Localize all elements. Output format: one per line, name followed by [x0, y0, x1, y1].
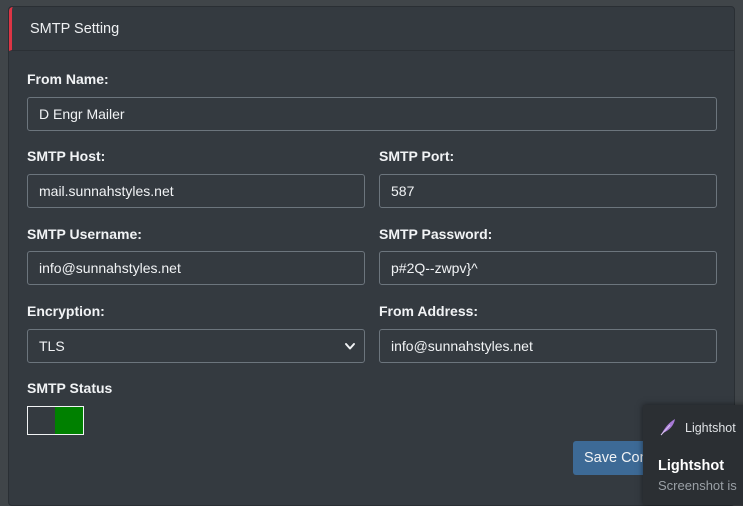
- from-name-value: D Engr Mailer: [39, 106, 125, 122]
- lightshot-title: Lightshot: [658, 458, 725, 474]
- from-name-input[interactable]: D Engr Mailer: [27, 97, 717, 131]
- smtp-password-value: p#2Q--zwpv}^: [391, 260, 478, 276]
- smtp-username-label: SMTP Username:: [27, 226, 142, 242]
- encryption-value: TLS: [39, 338, 65, 354]
- smtp-status-label: SMTP Status: [27, 380, 113, 396]
- lightshot-header: Lightshot: [643, 405, 743, 451]
- smtp-password-input[interactable]: p#2Q--zwpv}^: [379, 251, 717, 285]
- from-address-label: From Address:: [379, 303, 479, 319]
- lightshot-notification[interactable]: Lightshot Lightshot Screenshot is: [643, 405, 743, 505]
- smtp-host-label: SMTP Host:: [27, 148, 106, 164]
- from-address-input[interactable]: info@sunnahstyles.net: [379, 329, 717, 363]
- encryption-select[interactable]: TLS: [27, 329, 365, 363]
- lightshot-app-name: Lightshot: [685, 421, 736, 435]
- feather-icon: [658, 417, 678, 440]
- from-address-value: info@sunnahstyles.net: [391, 338, 533, 354]
- card-header: SMTP Setting: [9, 7, 734, 51]
- smtp-username-input[interactable]: info@sunnahstyles.net: [27, 251, 365, 285]
- smtp-port-input[interactable]: 587: [379, 174, 717, 208]
- chevron-down-icon: [344, 340, 356, 352]
- smtp-password-label: SMTP Password:: [379, 226, 493, 242]
- from-name-label: From Name:: [27, 71, 109, 87]
- smtp-status-toggle[interactable]: [27, 406, 84, 435]
- lightshot-subtitle: Screenshot is: [658, 478, 737, 493]
- smtp-host-input[interactable]: mail.sunnahstyles.net: [27, 174, 365, 208]
- smtp-port-label: SMTP Port:: [379, 148, 455, 164]
- smtp-port-value: 587: [391, 183, 415, 199]
- save-button-label: Save Con: [584, 450, 648, 466]
- smtp-host-value: mail.sunnahstyles.net: [39, 183, 174, 199]
- card-title: SMTP Setting: [30, 20, 120, 37]
- smtp-username-value: info@sunnahstyles.net: [39, 260, 181, 276]
- encryption-label: Encryption:: [27, 303, 105, 319]
- toggle-on-indicator: [55, 407, 83, 434]
